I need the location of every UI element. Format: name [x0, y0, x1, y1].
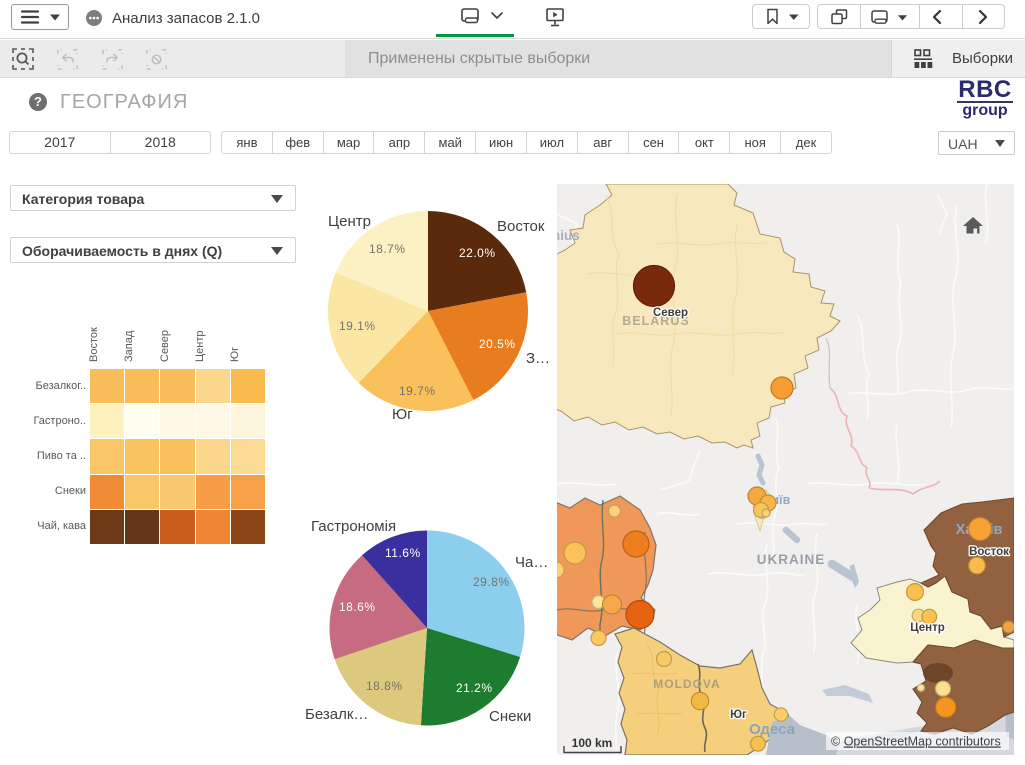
- svg-text:22.0%: 22.0%: [459, 246, 496, 260]
- svg-text:Безалк…: Безалк…: [305, 706, 368, 723]
- svg-text:Север: Север: [653, 307, 688, 319]
- svg-text:UKRAINE: UKRAINE: [757, 552, 826, 567]
- svg-text:18.7%: 18.7%: [369, 242, 406, 256]
- svg-text:19.7%: 19.7%: [399, 384, 436, 398]
- svg-text:18.8%: 18.8%: [366, 679, 403, 693]
- svg-text:MOLDOVA: MOLDOVA: [653, 677, 720, 691]
- svg-text:Ча…: Ча…: [515, 554, 548, 571]
- svg-text:19.1%: 19.1%: [339, 319, 376, 333]
- svg-text:100 km: 100 km: [572, 736, 613, 750]
- svg-text:nius: nius: [557, 228, 580, 243]
- svg-text:© OpenStreetMap contributors: © OpenStreetMap contributors: [831, 735, 1001, 749]
- svg-text:20.5%: 20.5%: [479, 337, 516, 351]
- svg-text:21.2%: 21.2%: [456, 681, 493, 695]
- svg-text:Снеки: Снеки: [489, 708, 531, 725]
- svg-text:11.6%: 11.6%: [385, 546, 421, 560]
- svg-text:Юг: Юг: [392, 406, 413, 423]
- svg-text:Центр: Центр: [328, 213, 371, 230]
- svg-text:18.6%: 18.6%: [339, 600, 376, 614]
- svg-text:29.8%: 29.8%: [473, 575, 510, 589]
- svg-text:Юг: Юг: [730, 709, 747, 721]
- svg-text:Одеса: Одеса: [749, 721, 795, 738]
- svg-text:З…: З…: [526, 350, 550, 367]
- svg-text:Гастрономія: Гастрономія: [311, 518, 396, 535]
- svg-text:Центр: Центр: [910, 622, 945, 634]
- svg-text:Восток: Восток: [969, 546, 1009, 558]
- svg-text:Восток: Восток: [497, 218, 545, 235]
